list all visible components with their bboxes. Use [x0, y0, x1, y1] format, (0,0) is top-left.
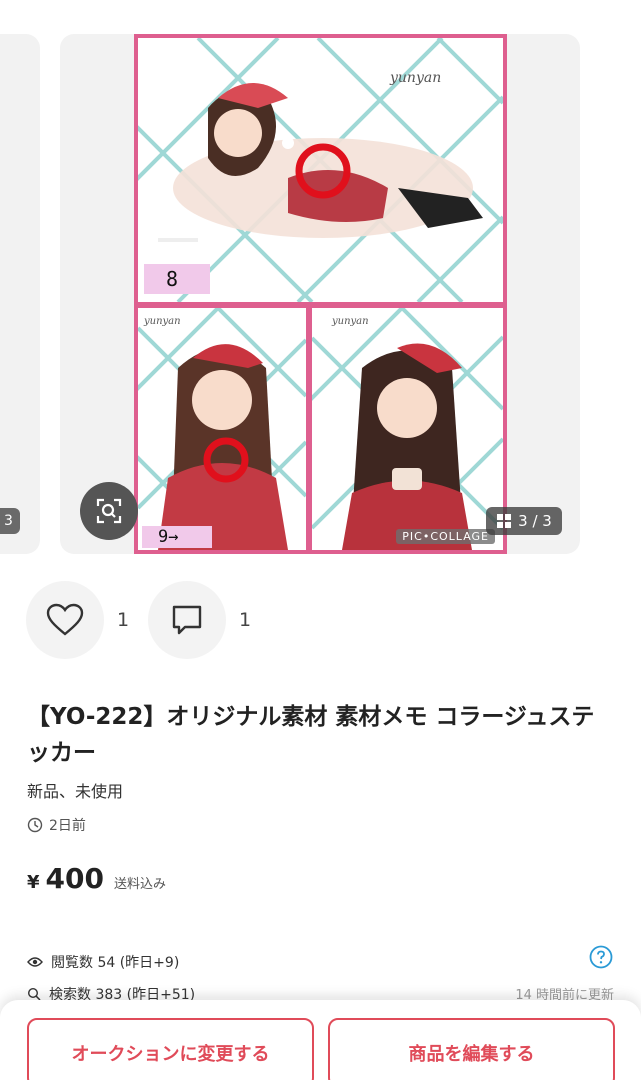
change-to-auction-button[interactable]: オークションに変更する	[27, 1018, 314, 1080]
clock-icon	[27, 817, 43, 833]
previous-image-counter: 3	[0, 508, 20, 534]
watermark-text: yunyan	[390, 70, 442, 86]
price: ¥ 400 送料込み	[27, 862, 166, 895]
watermark-text-small: yunyan	[332, 316, 369, 327]
price-currency: ¥	[27, 872, 40, 893]
posted-time-text: 2日前	[49, 818, 86, 834]
comment-icon	[172, 605, 202, 635]
view-stats: 閲覧数 54 (昨日+9)	[27, 952, 179, 972]
previous-image-card[interactable]	[0, 34, 40, 554]
character-lying-illustration	[138, 38, 503, 302]
item-condition: 新品、未使用	[27, 782, 124, 801]
panel-number-label: 9→	[142, 526, 212, 548]
product-image[interactable]: yunyan 8 yunyan 9→ yunyan PIC•COLLAGE	[134, 34, 507, 554]
eye-icon	[27, 957, 43, 967]
view-stats-text: 閲覧数 54 (昨日+9)	[51, 955, 180, 971]
image-search-icon	[96, 498, 122, 524]
search-icon	[27, 987, 41, 1001]
shipping-note: 送料込み	[113, 877, 166, 892]
posted-time: 2日前	[27, 815, 86, 835]
character-portrait-illustration	[138, 308, 306, 550]
help-icon[interactable]	[589, 945, 613, 969]
price-value: 400	[45, 862, 104, 895]
image-counter-text: 3 / 3	[518, 512, 552, 530]
comment-count: 1	[239, 609, 252, 631]
comment-button[interactable]	[148, 581, 226, 659]
bottom-action-bar: オークションに変更する 商品を編集する	[0, 1000, 641, 1080]
image-counter: 3 / 3	[486, 507, 562, 535]
grid-icon	[497, 514, 512, 528]
panel-number-label: 8	[144, 264, 210, 294]
like-button[interactable]	[26, 581, 104, 659]
character-with-cake-illustration	[312, 308, 503, 550]
heart-icon	[46, 603, 84, 636]
image-search-button[interactable]	[80, 482, 138, 540]
collage-badge: PIC•COLLAGE	[396, 529, 495, 544]
image-carousel[interactable]: 3 yunyan 8 yunyan 9→ yunyan PIC•COLLAGE …	[0, 0, 641, 570]
edit-item-button[interactable]: 商品を編集する	[328, 1018, 615, 1080]
item-title: 【YO-222】オリジナル素材 素材メモ コラージュステッカー	[27, 704, 595, 766]
collage-panel-bottom-right: yunyan PIC•COLLAGE	[312, 308, 503, 550]
collage-panel-bottom-left: yunyan 9→	[138, 308, 306, 550]
watermark-text-small: yunyan	[144, 316, 181, 327]
like-count: 1	[117, 609, 130, 631]
collage-panel-top: yunyan 8	[138, 38, 503, 302]
